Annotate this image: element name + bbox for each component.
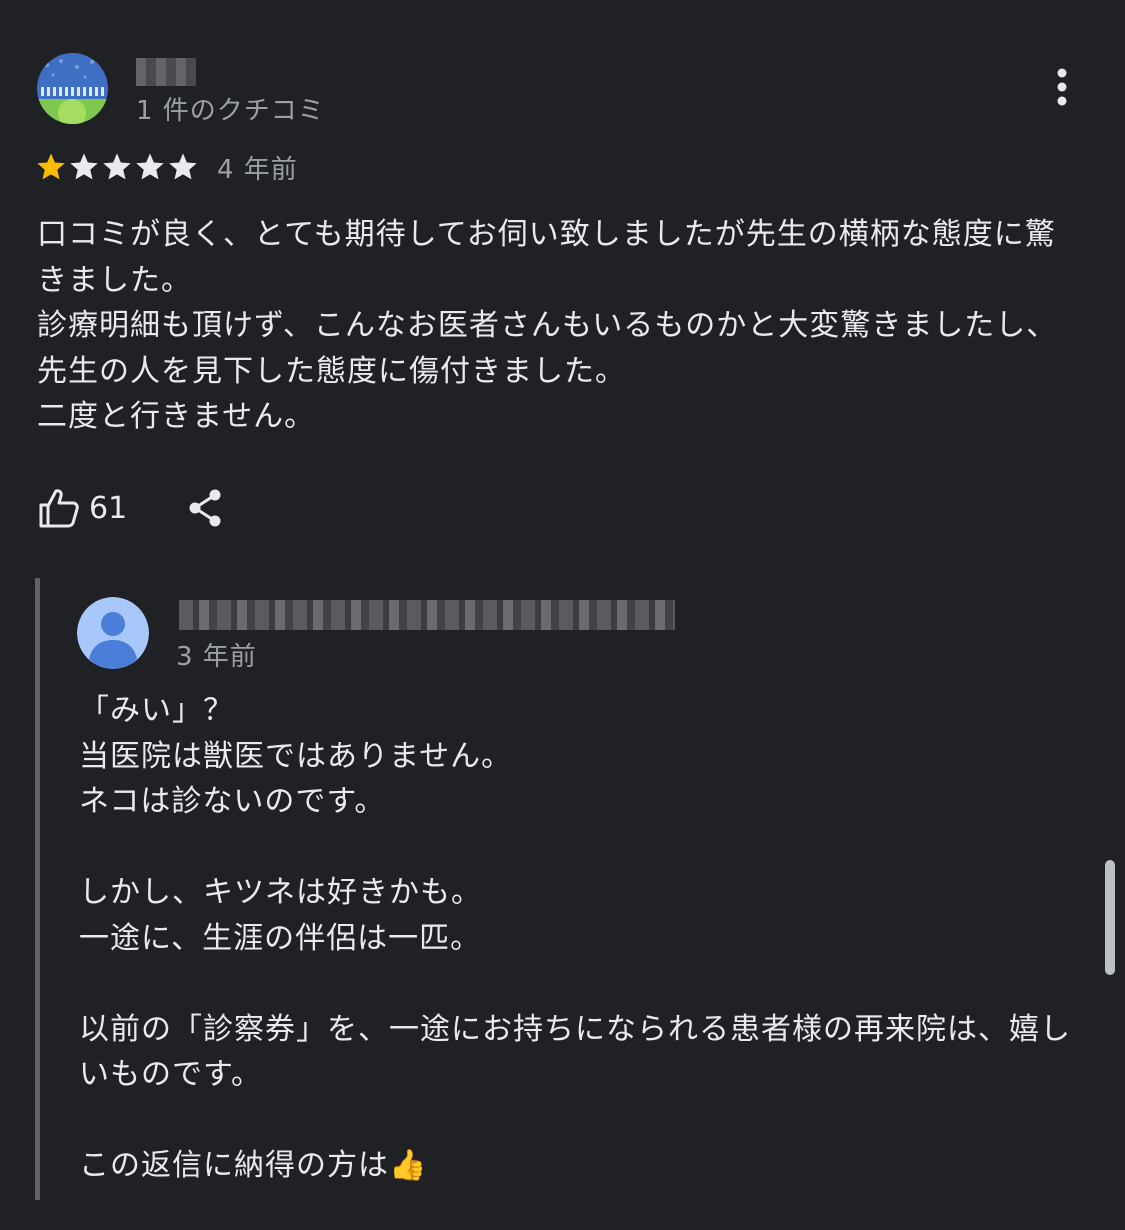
star-empty-icon (103, 153, 131, 180)
star-rating (35, 151, 199, 183)
text-line: この返信に納得の方は👍 (79, 1148, 428, 1183)
text-line: きました。 (37, 262, 192, 298)
text-line: 二度と行きません。 (37, 399, 316, 434)
owner-name-redacted (179, 600, 675, 630)
review-actions: 61 (37, 484, 225, 532)
star-filled-icon (37, 153, 65, 180)
text-line: 一途に、生涯の伴侶は一匹。 (79, 920, 482, 956)
text-line: 当医院は獣医ではありません。 (79, 738, 513, 774)
text-line (79, 961, 1099, 1007)
like-count: 61 (89, 490, 128, 526)
scrollbar-thumb[interactable] (1105, 860, 1115, 975)
text-line: いものです。 (79, 1057, 262, 1092)
reply-body: 「みい」？ 当医院は獣医ではありません。 ネコは診ないのです。しかし、キツネは好きか… (79, 688, 1099, 1189)
star-empty-icon (169, 153, 197, 180)
text-line: 先生の人を見下した態度に傷付きました。 (37, 353, 626, 389)
text-line: しかし、キツネは好きかも。 (79, 875, 482, 910)
reviewer-review-count: 1 件のクチコミ (136, 96, 325, 126)
review-date: 4 年前 (217, 154, 298, 185)
text-line: 口コミが良く、とても期待してお伺い致しましたが先生の横柄な態度に驚 (37, 217, 1056, 252)
reviewer-name-redacted[interactable] (136, 58, 196, 86)
text-line: 診療明細も頂けず、こんなお医者さんもいるものかと大変驚きましたし、 (37, 308, 1058, 343)
star-empty-icon (136, 153, 164, 180)
reviewer-avatar[interactable] (37, 53, 108, 124)
share-icon[interactable] (185, 487, 225, 529)
text-line: 以前の「診察券」を、一途にお持ちになられる患者様の再来院は、嬉し (79, 1011, 1071, 1047)
reply-thread-bar (35, 578, 40, 1200)
reply-date: 3 年前 (176, 642, 257, 672)
owner-avatar[interactable] (77, 597, 149, 669)
thumb-up-icon[interactable] (37, 486, 81, 530)
text-line: 「みい」？ (79, 693, 234, 728)
text-line (79, 1098, 1099, 1144)
text-line: ネコは診ないのです。 (79, 784, 386, 819)
review-body: 口コミが良く、とても期待してお伺い致しましたが先生の横柄な態度に驚 きました。診療… (37, 212, 1097, 440)
star-empty-icon (70, 153, 98, 180)
text-line (79, 825, 1099, 871)
rating-row: 4 年前 (35, 148, 298, 186)
more-vert-icon[interactable] (1049, 68, 1075, 108)
